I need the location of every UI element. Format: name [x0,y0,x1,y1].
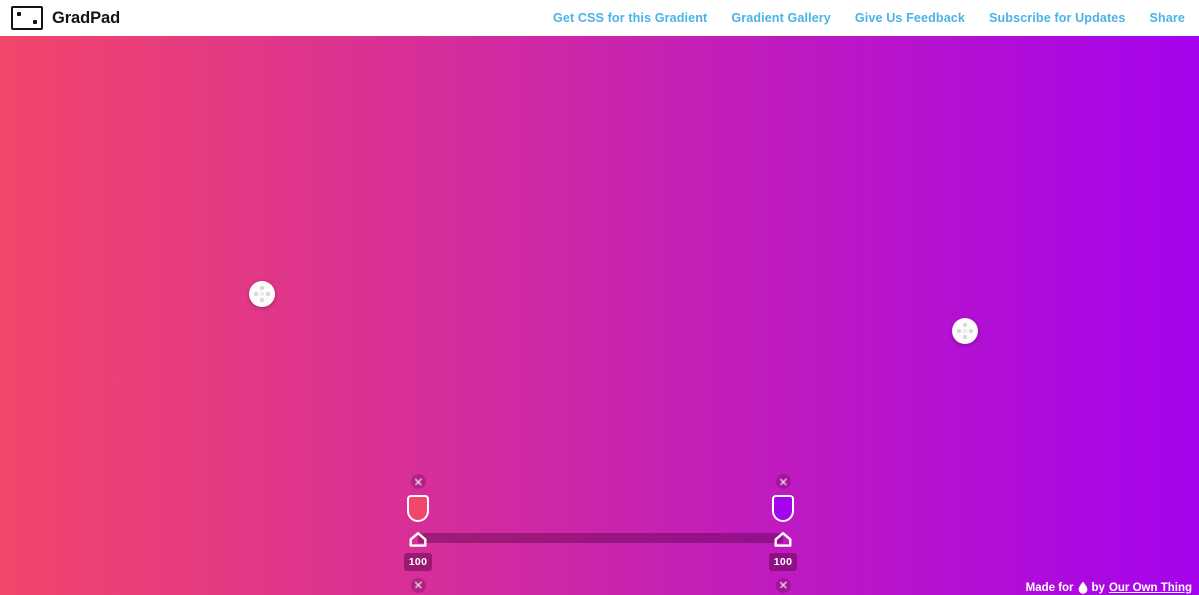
position-pentagon-icon[interactable] [773,531,793,548]
color-swatch-icon[interactable] [772,495,794,522]
app-header: GradPad Get CSS for this Gradient Gradie… [0,0,1199,36]
gradient-rect-two-dots-icon [11,6,43,30]
footer-link-our-own-thing[interactable]: Our Own Thing [1109,582,1192,594]
stop-position-label: 100 [404,553,432,571]
footer-credit: Made for by Our Own Thing [1026,581,1192,594]
nav-link-get-css[interactable]: Get CSS for this Gradient [553,11,707,25]
close-circle-icon[interactable] [776,474,791,489]
nav-link-share[interactable]: Share [1149,11,1185,25]
close-circle-icon[interactable] [411,578,426,593]
nav-link-give-us-feedback[interactable]: Give Us Feedback [855,11,965,25]
stop-position-label: 100 [769,553,797,571]
gradient-stop-track[interactable] [418,533,783,543]
brand[interactable]: GradPad [11,6,120,30]
brand-name: GradPad [52,9,120,28]
droplet-icon [1078,581,1088,594]
footer-middle: by [1092,582,1105,594]
nav-link-subscribe[interactable]: Subscribe for Updates [989,11,1125,25]
gradient-canvas[interactable]: 100 100 Made for by Our Own Thing [0,36,1199,595]
position-pentagon-icon[interactable] [408,531,428,548]
gradient-end-point-handle[interactable] [952,318,978,344]
nav-link-gradient-gallery[interactable]: Gradient Gallery [731,11,831,25]
footer-prefix: Made for [1026,582,1074,594]
color-swatch-icon[interactable] [407,495,429,522]
main-nav: Get CSS for this Gradient Gradient Galle… [553,11,1185,25]
close-circle-icon[interactable] [411,474,426,489]
gradient-start-point-handle[interactable] [249,281,275,307]
close-circle-icon[interactable] [776,578,791,593]
